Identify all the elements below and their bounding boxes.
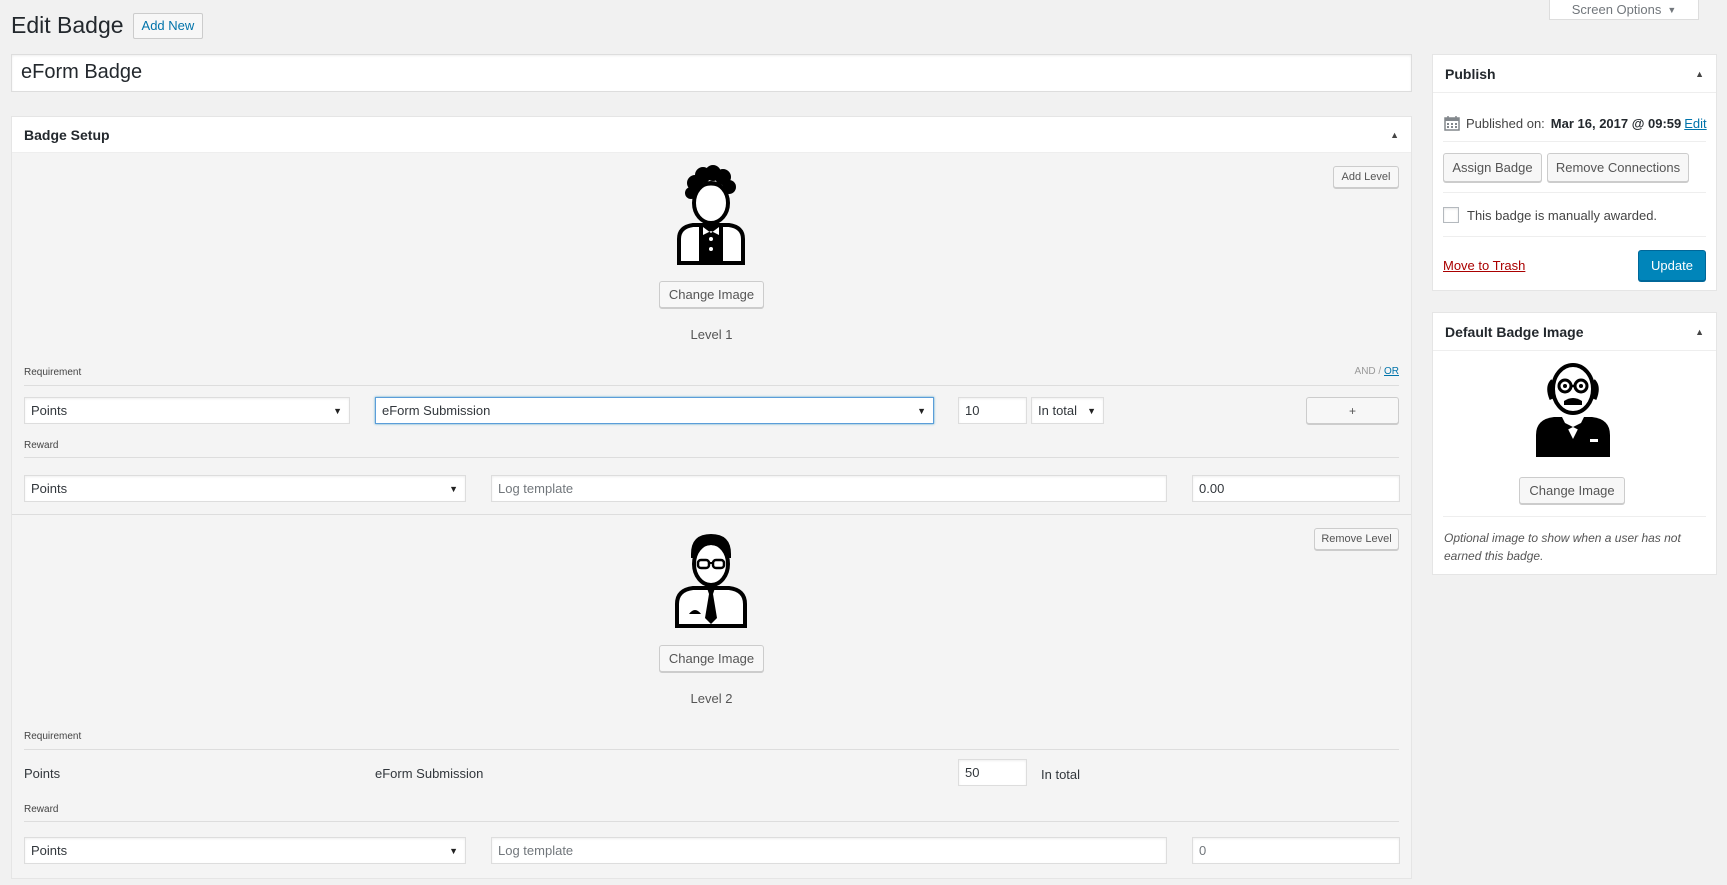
reward-amount-input[interactable]: 0.00 (1192, 475, 1400, 502)
add-requirement-button[interactable]: + (1306, 397, 1399, 424)
default-badge-image-header[interactable]: Default Badge Image ▲ (1433, 313, 1716, 351)
publish-panel: Publish ▲ Published on: Mar 16, 2017 @ 0… (1432, 54, 1717, 291)
select-value: Points (31, 481, 68, 496)
reward-amount-input[interactable]: 0 (1192, 837, 1400, 864)
select-value: Points (31, 403, 68, 418)
requirement-label: Requirement (24, 367, 82, 378)
requirement-label: Requirement (24, 731, 82, 742)
divider (1443, 516, 1706, 517)
divider (1443, 192, 1706, 193)
edit-date-link[interactable]: Edit (1684, 116, 1706, 131)
badge-setup-header[interactable]: Badge Setup ▲ (12, 117, 1411, 153)
divider (24, 821, 1399, 822)
manual-award-label: This badge is manually awarded. (1467, 207, 1658, 223)
select-value: eForm Submission (382, 403, 491, 418)
waiter-avatar-icon (677, 165, 745, 265)
change-image-button[interactable]: Change Image (659, 645, 764, 672)
and-label: AND (1354, 366, 1376, 377)
published-on-value: Mar 16, 2017 @ 09:59 (1550, 115, 1682, 131)
requirement-period-text: In total (1041, 767, 1081, 782)
level-label: Level 2 (690, 691, 733, 706)
level-2: Remove Level Change Image Level 2 Requir… (12, 516, 1411, 879)
divider (24, 385, 1399, 386)
requirement-count-input[interactable]: 10 (958, 397, 1027, 424)
change-image-button[interactable]: Change Image (659, 281, 764, 308)
requirement-period-select[interactable]: In total ▼ (1031, 397, 1104, 424)
triangle-down-icon: ▼ (1667, 4, 1677, 15)
divider (24, 457, 1399, 458)
add-new-button[interactable]: Add New (132, 12, 204, 39)
reward-label: Reward (24, 440, 59, 451)
publish-title: Publish (1445, 65, 1496, 82)
reward-type-select[interactable]: Points ▼ (24, 837, 466, 864)
screen-options-button[interactable]: Screen Options ▼ (1549, 0, 1699, 20)
assign-badge-button[interactable]: Assign Badge (1443, 153, 1542, 182)
update-button[interactable]: Update (1638, 250, 1706, 281)
move-to-trash-link[interactable]: Move to Trash (1443, 258, 1525, 273)
page-title: Edit Badge (11, 12, 124, 38)
reward-label: Reward (24, 804, 59, 815)
businessman-avatar-icon (675, 534, 747, 628)
screen-options-label: Screen Options (1571, 2, 1662, 17)
published-on-label: Published on: (1466, 115, 1545, 131)
triangle-down-icon: ▼ (333, 405, 342, 416)
default-badge-image-title: Default Badge Image (1445, 323, 1584, 340)
level-1: Add Level Change Image Level 1 Requireme… (12, 153, 1411, 515)
level-label: Level 1 (690, 327, 733, 342)
triangle-down-icon: ▼ (1087, 405, 1096, 416)
published-on-row: Published on: Mar 16, 2017 @ 09:59 Edit (1444, 115, 1707, 131)
triangle-up-icon[interactable]: ▲ (1695, 327, 1704, 337)
badge-setup-panel: Badge Setup ▲ Add Level Change Image Lev… (11, 116, 1412, 879)
publish-header[interactable]: Publish ▲ (1433, 55, 1716, 93)
log-template-input[interactable]: Log template (491, 837, 1167, 864)
badge-setup-title: Badge Setup (24, 126, 110, 143)
remove-level-button[interactable]: Remove Level (1314, 528, 1399, 550)
divider (24, 749, 1399, 750)
reward-type-select[interactable]: Points ▼ (24, 475, 466, 502)
triangle-down-icon: ▼ (917, 405, 926, 416)
requirement-count-input[interactable]: 50 (958, 759, 1027, 786)
select-value: In total (1038, 403, 1078, 418)
calendar-icon (1444, 116, 1460, 131)
requirement-event-text: eForm Submission (375, 766, 484, 781)
badge-title-input[interactable]: eForm Badge (11, 54, 1412, 92)
divider (1443, 236, 1706, 237)
triangle-up-icon[interactable]: ▲ (1390, 130, 1399, 140)
or-link[interactable]: OR (1384, 366, 1399, 377)
default-badge-image-panel: Default Badge Image ▲ Change Image Optio… (1432, 312, 1717, 575)
manual-award-row: This badge is manually awarded. (1443, 207, 1657, 223)
default-image-note: Optional image to show when a user has n… (1444, 531, 1681, 563)
and-or-toggle[interactable]: AND / OR (1355, 366, 1399, 377)
change-image-button[interactable]: Change Image (1519, 477, 1625, 504)
triangle-up-icon[interactable]: ▲ (1695, 69, 1704, 79)
select-value: Points (31, 843, 68, 858)
triangle-down-icon: ▼ (449, 483, 458, 494)
requirement-event-select[interactable]: eForm Submission ▼ (375, 397, 934, 424)
divider (1443, 141, 1706, 142)
page-title-row: Edit Badge Add New (11, 12, 204, 39)
manual-award-checkbox[interactable] (1443, 207, 1459, 223)
add-level-button[interactable]: Add Level (1333, 166, 1399, 188)
triangle-down-icon: ▼ (449, 845, 458, 856)
requirement-type-select[interactable]: Points ▼ (24, 397, 350, 424)
requirement-type-text: Points (24, 766, 61, 781)
remove-connections-button[interactable]: Remove Connections (1547, 153, 1689, 182)
log-template-input[interactable]: Log template (491, 475, 1167, 502)
professor-avatar-icon (1536, 363, 1610, 457)
